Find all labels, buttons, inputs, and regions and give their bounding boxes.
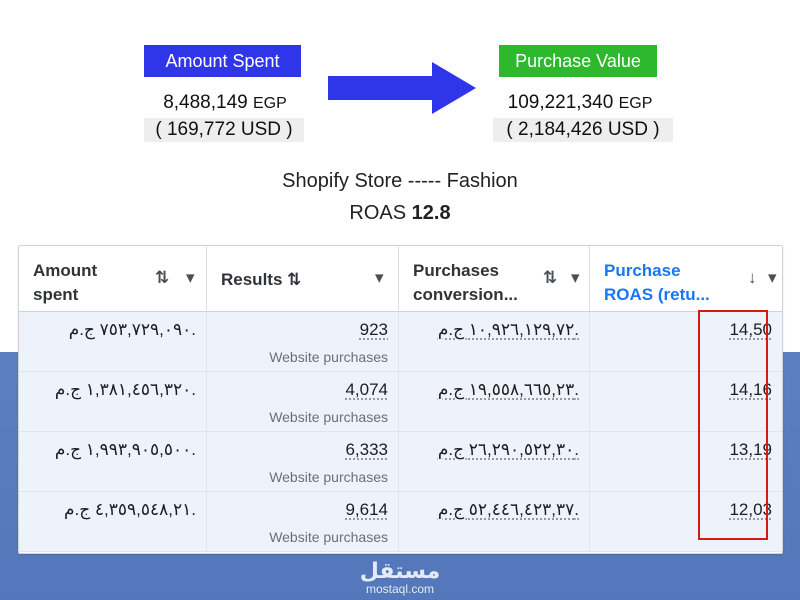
watermark-latin: mostaql.com — [365, 582, 435, 596]
cell-purchases-conversion: ٢٦,٢٩٠,٥٢٢,٣٠ ج.م. — [399, 432, 590, 491]
purchase-value-usd: ( 2,184,426 USD ) — [493, 118, 673, 142]
results-type: Website purchases — [269, 409, 388, 425]
table-row[interactable]: ١,٣٨١,٤٥٦,٣٢٠ ج.م. 4,074 Website purchas… — [19, 372, 782, 432]
amount-spent-value: ١,٩٩٣,٩٠٥,٥٠٠ ج.م. — [54, 440, 196, 459]
watermark: مستقل mostaql.com — [340, 558, 460, 597]
column-header-label: Purchases conversion... — [413, 259, 518, 307]
results-type: Website purchases — [269, 529, 388, 545]
sort-icon[interactable]: ⇅ — [543, 268, 557, 288]
header-line: spent — [33, 285, 79, 304]
amount-spent-egp: 8,488,149 EGP — [140, 92, 310, 114]
chevron-down-icon[interactable]: ▾ — [768, 268, 777, 288]
purchase-value-badge: Purchase Value — [499, 45, 657, 77]
column-header-label: Amount spent — [33, 259, 97, 307]
column-header-label: Results ⇅ — [221, 268, 301, 292]
cell-amount-spent: ٤,٣٥٩,٥٤٨,٢١ ج.م. — [19, 492, 207, 551]
cell-purchases-conversion: ١٠,٩٢٦,١٢٩,٧٢ ج.م. — [399, 312, 590, 371]
column-header-label: Purchase ROAS (retu... — [604, 259, 710, 307]
purchase-value-egp-unit: EGP — [618, 95, 653, 112]
cell-amount-spent: ١,٣٨١,٤٥٦,٣٢٠ ج.م. — [19, 372, 207, 431]
cell-amount-spent: ١,٩٩٣,٩٠٥,٥٠٠ ج.م. — [19, 432, 207, 491]
roas-label: ROAS — [349, 202, 407, 224]
chevron-down-icon[interactable]: ▾ — [571, 268, 580, 288]
watermark-arabic: مستقل — [359, 558, 441, 583]
sort-icon[interactable]: ⇅ — [155, 268, 169, 288]
column-header-results[interactable]: Results ⇅ ▾ — [207, 246, 399, 311]
table-header: Amount spent ⇅ ▾ Results ⇅ ▾ Purchases c… — [19, 246, 782, 312]
cell-results: 9,614 Website purchases — [207, 492, 399, 551]
store-caption: Shopify Store ----- Fashion — [282, 170, 518, 192]
conversion-value[interactable]: ١٠,٩٢٦,١٢٩,٧٢ ج.م. — [438, 320, 579, 340]
purchase-value-egp-value: 109,221,340 — [507, 92, 614, 113]
chevron-down-icon[interactable]: ▾ — [186, 268, 195, 288]
results-value[interactable]: 923 — [360, 320, 388, 340]
roas-highlight-box — [698, 310, 768, 540]
column-header-purchase-roas[interactable]: Purchase ROAS (retu... ↓ ▾ — [590, 246, 782, 311]
amount-spent-value: ٤,٣٥٩,٥٤٨,٢١ ج.م. — [63, 500, 196, 519]
column-header-amount-spent[interactable]: Amount spent ⇅ ▾ — [19, 246, 207, 311]
amount-spent-value: ١,٣٨١,٤٥٦,٣٢٠ ج.م. — [54, 380, 196, 399]
conversion-value[interactable]: ٥٢,٤٤٦,٤٢٣,٣٧ ج.م. — [438, 500, 579, 520]
chevron-down-icon[interactable]: ▾ — [375, 268, 384, 288]
header-line: Purchases — [413, 261, 499, 280]
amount-spent-egp-value: 8,488,149 — [163, 92, 248, 113]
column-header-purchases-conversion[interactable]: Purchases conversion... ⇅ ▾ — [399, 246, 590, 311]
header-line: Results — [221, 270, 283, 289]
header-line: Amount — [33, 261, 98, 280]
conversion-value[interactable]: ٢٦,٢٩٠,٥٢٢,٣٠ ج.م. — [438, 440, 579, 460]
table-row[interactable]: ٤,٣٥٩,٥٤٨,٢١ ج.م. 9,614 Website purchase… — [19, 492, 782, 552]
roas-caption: ROAS 12.8 — [0, 202, 800, 225]
amount-spent-value: ٧٥٣,٧٢٩,٠٩٠ ج.م. — [68, 320, 196, 339]
cell-purchases-conversion: ٥٢,٤٤٦,٤٢٣,٣٧ ج.م. — [399, 492, 590, 551]
header-line: ROAS (retu... — [604, 285, 710, 304]
cell-results: 6,333 Website purchases — [207, 432, 399, 491]
amount-spent-egp-unit: EGP — [253, 95, 287, 112]
results-type: Website purchases — [269, 469, 388, 485]
conversion-value[interactable]: ١٩,٥٥٨,٦٦٥,٢٣ ج.م. — [438, 380, 579, 400]
sort-icon[interactable]: ⇅ — [287, 270, 301, 289]
sort-descending-icon[interactable]: ↓ — [748, 268, 757, 288]
cell-amount-spent: ٧٥٣,٧٢٩,٠٩٠ ج.م. — [19, 312, 207, 371]
cell-results: 923 Website purchases — [207, 312, 399, 371]
results-value[interactable]: 9,614 — [345, 500, 388, 520]
purchase-value-egp: 109,221,340 EGP — [490, 92, 670, 114]
header-line: Purchase — [604, 261, 681, 280]
ads-results-table: Amount spent ⇅ ▾ Results ⇅ ▾ Purchases c… — [18, 245, 783, 554]
header-line: conversion... — [413, 285, 518, 304]
amount-spent-badge: Amount Spent — [144, 45, 301, 77]
results-value[interactable]: 4,074 — [345, 380, 388, 400]
table-row[interactable]: ٧٥٣,٧٢٩,٠٩٠ ج.م. 923 Website purchases ١… — [19, 312, 782, 372]
cell-results: 4,074 Website purchases — [207, 372, 399, 431]
right-arrow-icon — [328, 62, 476, 114]
amount-spent-usd: ( 169,772 USD ) — [144, 118, 304, 142]
table-row[interactable]: ١,٩٩٣,٩٠٥,٥٠٠ ج.م. 6,333 Website purchas… — [19, 432, 782, 492]
cell-purchases-conversion: ١٩,٥٥٨,٦٦٥,٢٣ ج.م. — [399, 372, 590, 431]
results-value[interactable]: 6,333 — [345, 440, 388, 460]
results-type: Website purchases — [269, 349, 388, 365]
roas-value: 12.8 — [411, 202, 451, 224]
